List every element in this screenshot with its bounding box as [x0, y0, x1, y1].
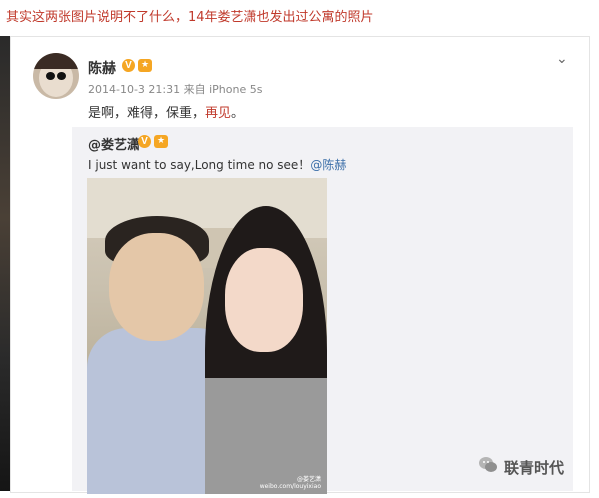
avatar-eye: [46, 72, 55, 80]
wechat-logo-icon: [479, 457, 497, 472]
post-meta: 2014-10-3 21:31 来自 iPhone 5s: [88, 83, 263, 96]
post-username[interactable]: 陈赫: [88, 58, 116, 78]
level-badge-icon: ★: [154, 135, 168, 148]
verified-v-icon: V: [138, 135, 151, 148]
post-text: 是啊，难得，保重，再见。: [88, 102, 244, 121]
chevron-down-icon[interactable]: ⌄: [556, 51, 568, 67]
repost-text: I just want to say,Long time no see！@陈赫: [88, 156, 346, 173]
photo-woman-face: [225, 248, 303, 352]
avatar-hair: [33, 53, 79, 69]
left-edge-image: [0, 36, 10, 491]
post-text-end: 。: [231, 106, 245, 121]
avatar-eye: [57, 72, 66, 80]
watermark-line1: @娄艺潇: [296, 476, 321, 483]
post-text-highlight: 再见: [205, 106, 232, 121]
level-badge-icon: ★: [138, 59, 152, 72]
verified-v-icon: V: [122, 59, 135, 72]
watermark-line2: weibo.com/louyixiao: [259, 483, 321, 490]
photo-watermark: @娄艺潇 weibo.com/louyixiao: [260, 476, 321, 490]
photo-man-face: [109, 233, 204, 341]
repost-text-body: I just want to say,Long time no see！: [88, 158, 311, 172]
brand-logo-text: 联青时代: [504, 459, 565, 477]
repost-username-label: @娄艺潇: [88, 138, 141, 153]
repost-username[interactable]: @娄艺潇: [88, 134, 140, 153]
avatar[interactable]: [33, 53, 79, 99]
repost-mention-link[interactable]: @陈赫: [310, 158, 346, 172]
repost-photo[interactable]: @娄艺潇 weibo.com/louyixiao: [87, 178, 327, 494]
post-text-main: 是啊，难得，保重，: [88, 106, 206, 121]
page-caption: 其实这两张图片说明不了什么，14年娄艺潇也发出过公寓的照片: [6, 10, 374, 25]
